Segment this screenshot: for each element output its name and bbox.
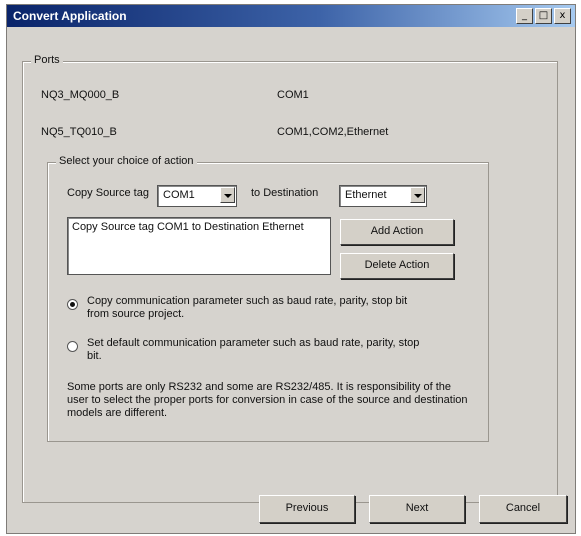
previous-label: Previous (285, 502, 329, 514)
action-legend: Select your choice of action (56, 155, 197, 167)
add-action-label: Add Action (370, 225, 424, 237)
ports-group: Ports NQ3_MQ000_B COM1 NQ5_TQ010_B COM1,… (22, 54, 558, 503)
option-default-params-label[interactable]: Set default communication parameter such… (87, 337, 427, 363)
next-label: Next (405, 502, 429, 514)
delete-action-button[interactable]: Delete Action (340, 253, 454, 279)
chevron-down-icon[interactable] (220, 187, 235, 203)
option-copy-params-radio[interactable] (67, 299, 78, 310)
next-button[interactable]: Next (369, 495, 465, 523)
cancel-label: Cancel (505, 502, 541, 514)
maximize-button[interactable]: □ (535, 8, 552, 24)
port-list-1: COM1 (277, 89, 309, 101)
destination-label: to Destination (251, 187, 319, 199)
delete-action-label: Delete Action (364, 259, 430, 271)
source-port-select[interactable]: COM1 (157, 185, 237, 207)
title-bar[interactable]: Convert Application _ □ x (7, 5, 575, 27)
list-item[interactable]: Copy Source tag COM1 to Destination Ethe… (68, 218, 330, 236)
close-button[interactable]: x (554, 8, 571, 24)
source-port-value: COM1 (163, 189, 195, 201)
chevron-down-icon[interactable] (410, 187, 425, 203)
port-list-2: COM1,COM2,Ethernet (277, 126, 389, 138)
destination-port-value: Ethernet (345, 189, 387, 201)
cancel-button[interactable]: Cancel (479, 495, 567, 523)
convert-application-window: Convert Application _ □ x Ports NQ3_MQ00… (6, 4, 576, 534)
port-device-2: NQ5_TQ010_B (41, 126, 117, 138)
action-group: Select your choice of action Copy Source… (47, 155, 489, 442)
window-title: Convert Application (13, 9, 127, 23)
action-list[interactable]: Copy Source tag COM1 to Destination Ethe… (67, 217, 331, 275)
destination-port-select[interactable]: Ethernet (339, 185, 427, 207)
previous-button[interactable]: Previous (259, 495, 355, 523)
option-copy-params-label[interactable]: Copy communication parameter such as bau… (87, 295, 427, 321)
source-tag-label: Copy Source tag (67, 187, 149, 199)
minimize-button[interactable]: _ (516, 8, 533, 24)
add-action-button[interactable]: Add Action (340, 219, 454, 245)
option-default-params-radio[interactable] (67, 341, 78, 352)
conversion-note: Some ports are only RS232 and some are R… (67, 381, 468, 419)
ports-legend: Ports (31, 54, 63, 66)
port-device-1: NQ3_MQ000_B (41, 89, 120, 101)
window-controls: _ □ x (516, 8, 571, 24)
